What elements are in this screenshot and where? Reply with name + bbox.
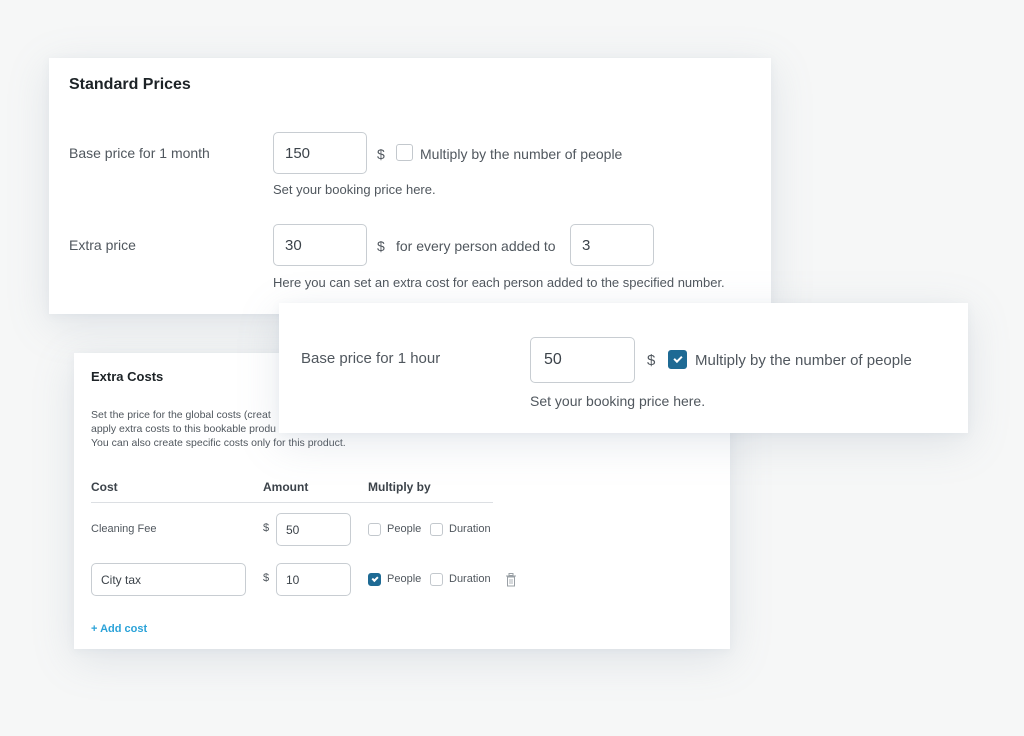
extra-price-help: Here you can set an extra cost for each … <box>273 275 725 290</box>
amount-input[interactable]: 50 <box>276 513 351 546</box>
multiply-people-label[interactable]: Multiply by the number of people <box>420 146 622 162</box>
description-line: You can also create specific costs only … <box>91 437 346 449</box>
people-label[interactable]: People <box>387 523 421 535</box>
base-price-currency: $ <box>377 146 385 162</box>
extra-price-currency: $ <box>377 238 385 254</box>
hourly-multiply-checkbox[interactable] <box>668 350 687 369</box>
duration-label[interactable]: Duration <box>449 523 491 535</box>
person-threshold-input[interactable]: 3 <box>570 224 654 266</box>
people-checkbox[interactable] <box>368 573 381 586</box>
extra-price-connector: for every person added to <box>396 238 556 254</box>
amount-currency: $ <box>263 522 270 534</box>
duration-checkbox[interactable] <box>430 523 443 536</box>
hourly-price-panel: Base price for 1 hour 50 $ Multiply by t… <box>279 303 968 433</box>
duration-checkbox[interactable] <box>430 573 443 586</box>
hourly-price-currency: $ <box>647 352 656 369</box>
hourly-multiply-label[interactable]: Multiply by the number of people <box>695 352 912 369</box>
hourly-price-label: Base price for 1 hour <box>301 350 441 367</box>
standard-prices-title: Standard Prices <box>69 76 191 93</box>
header-divider <box>91 502 493 503</box>
cost-name: Cleaning Fee <box>91 523 157 535</box>
multiply-people-checkbox[interactable] <box>396 144 413 161</box>
extra-price-input[interactable]: 30 <box>273 224 367 266</box>
add-cost-link[interactable]: + Add cost <box>91 623 147 635</box>
hourly-price-input[interactable]: 50 <box>530 337 635 383</box>
people-label[interactable]: People <box>387 573 421 585</box>
cost-name-input[interactable]: City tax <box>91 563 246 596</box>
base-price-input[interactable]: 150 <box>273 132 367 174</box>
trash-icon[interactable] <box>505 573 517 587</box>
base-price-help: Set your booking price here. <box>273 182 436 197</box>
people-checkbox[interactable] <box>368 523 381 536</box>
base-price-label: Base price for 1 month <box>69 145 210 161</box>
extra-price-label: Extra price <box>69 237 136 253</box>
column-header-amount: Amount <box>263 480 309 494</box>
amount-input[interactable]: 10 <box>276 563 351 596</box>
column-header-cost: Cost <box>91 480 118 494</box>
column-header-multiply: Multiply by <box>368 480 431 494</box>
standard-prices-panel: Standard Prices Base price for 1 month 1… <box>49 58 771 314</box>
amount-currency: $ <box>263 572 270 584</box>
duration-label[interactable]: Duration <box>449 573 491 585</box>
extra-costs-title: Extra Costs <box>91 369 164 384</box>
hourly-price-help: Set your booking price here. <box>530 393 706 409</box>
